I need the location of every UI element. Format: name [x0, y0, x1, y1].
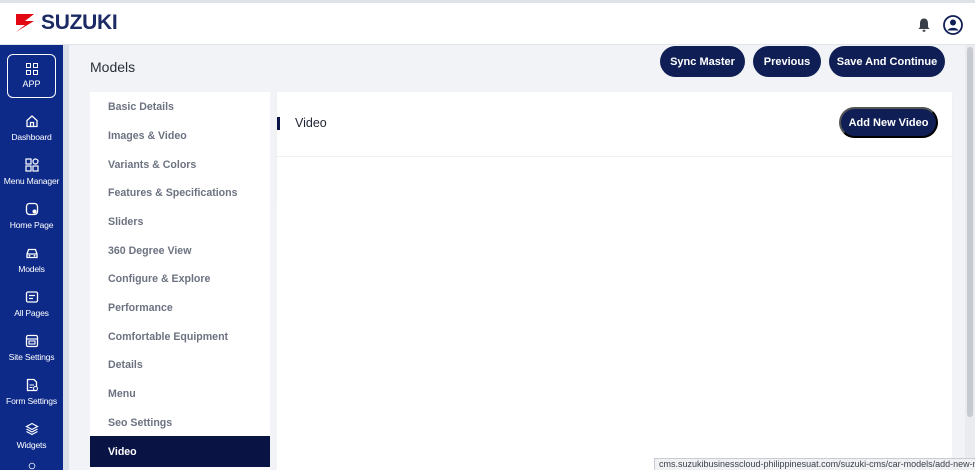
app-label: APP [22, 79, 41, 89]
menu-item-seo-settings[interactable]: Seo Settings [90, 408, 270, 437]
menu-item-details[interactable]: Details [90, 350, 270, 379]
pages-icon [25, 291, 38, 303]
home-icon [25, 115, 38, 128]
menu-item-basic-details[interactable]: Basic Details [90, 92, 270, 121]
sidebar-item-label: Menu Manager [3, 176, 60, 186]
page-title: Models [90, 59, 136, 75]
app-switcher-button[interactable]: APP [7, 54, 56, 98]
grid-icon [24, 158, 39, 172]
bell-icon[interactable] [916, 17, 932, 33]
sidebar-item-label: Form Settings [6, 396, 57, 406]
previous-button[interactable]: Previous [753, 46, 821, 77]
add-new-video-button[interactable]: Add New Video [839, 107, 938, 138]
menu-item-sliders[interactable]: Sliders [90, 207, 270, 236]
video-list-area [277, 200, 952, 470]
section-divider [277, 156, 952, 157]
menu-item-comfortable-equipment[interactable]: Comfortable Equipment [90, 322, 270, 351]
status-bar-url: cms.suzukibusinesscloud-philippinesuat.c… [654, 458, 975, 470]
section-accent-bar [277, 117, 280, 130]
sidebar-item-dashboard[interactable]: Dashboard [0, 114, 63, 154]
car-icon [25, 248, 38, 259]
brand-name: SUZUKI [41, 11, 118, 34]
menu-item-menu[interactable]: Menu [90, 379, 270, 408]
user-account-icon[interactable] [943, 15, 963, 35]
sidebar-item-form-settings[interactable]: Form Settings [0, 378, 63, 418]
sidebar-item-label: Site Settings [8, 352, 55, 362]
sidebar-item-label: Widgets [16, 440, 47, 450]
suzuki-logo[interactable]: SUZUKI [12, 11, 118, 35]
sidebar-item-label: Home Page [9, 220, 54, 230]
top-header: SUZUKI [0, 0, 975, 45]
menu-item-configure-explore[interactable]: Configure & Explore [90, 264, 270, 293]
apps-grid-icon [25, 63, 38, 75]
save-and-continue-button[interactable]: Save And Continue [829, 46, 945, 77]
layers-icon [24, 422, 39, 436]
sidebar-item-menu-manager[interactable]: Menu Manager [0, 158, 63, 198]
sidebar: APP Dashboard Menu Manager Home Page Mod… [0, 45, 63, 470]
more-icon [28, 462, 35, 470]
menu-item-360-degree-view[interactable]: 360 Degree View [90, 236, 270, 265]
section-title: Video [295, 116, 327, 130]
sidebar-item-label: Models [18, 264, 45, 274]
menu-item-video[interactable]: Video [90, 436, 270, 467]
home-page-icon [25, 202, 38, 216]
sidebar-item-more[interactable] [0, 462, 63, 470]
sidebar-item-label: Dashboard [11, 132, 52, 142]
menu-item-images-video[interactable]: Images & Video [90, 121, 270, 150]
form-icon [26, 378, 38, 392]
menu-item-variants-colors[interactable]: Variants & Colors [90, 150, 270, 179]
scrollbar-thumb[interactable] [967, 47, 973, 417]
sidebar-item-all-pages[interactable]: All Pages [0, 290, 63, 330]
suzuki-s-logo-icon [16, 14, 34, 32]
sidebar-item-models[interactable]: Models [0, 246, 63, 286]
sidebar-divider [63, 45, 69, 470]
sidebar-item-home-page[interactable]: Home Page [0, 202, 63, 242]
sidebar-item-widgets[interactable]: Widgets [0, 422, 63, 462]
menu-item-features-specifications[interactable]: Features & Specifications [90, 178, 270, 207]
sync-master-button[interactable]: Sync Master [660, 46, 745, 77]
menu-item-performance[interactable]: Performance [90, 293, 270, 322]
site-settings-icon [25, 334, 38, 348]
model-section-menu: Basic Details Images & Video Variants & … [90, 92, 270, 470]
sidebar-item-label: All Pages [14, 308, 49, 318]
sidebar-item-site-settings[interactable]: Site Settings [0, 334, 63, 374]
